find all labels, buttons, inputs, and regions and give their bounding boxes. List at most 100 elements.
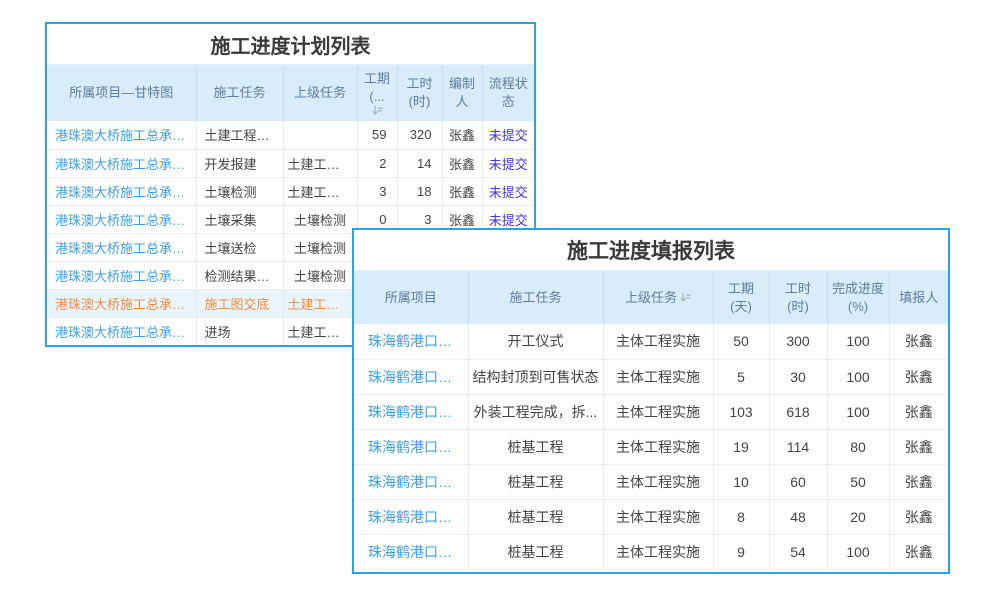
reporter-cell: 张鑫: [889, 394, 948, 429]
task-cell: 土壤检测: [196, 177, 283, 205]
progress-cell: 100: [827, 324, 889, 359]
creator-cell: 张鑫: [442, 149, 482, 177]
task-cell: 开发报建: [196, 149, 283, 177]
parent-task-cell: 主体工程实施: [603, 499, 713, 534]
duration-cell: 5: [713, 359, 769, 394]
header-row: 所属项目施工任务上级任务工期(天)工时(时)完成进度 (%)填报人: [354, 271, 948, 324]
column-header-duration: 工期(天): [713, 271, 769, 324]
reporter-cell: 张鑫: [889, 499, 948, 534]
plan-table-header: 所属项目—甘特图施工任务上级任务工期(...工时(时)编制人流程状态: [47, 65, 534, 121]
duration-cell: 9: [713, 534, 769, 569]
task-cell: 检测结果存底: [196, 261, 283, 289]
progress-cell: 20: [827, 499, 889, 534]
table-row: 港珠澳大桥施工总承包项目土建工程施工 59320张鑫未提交: [47, 121, 534, 149]
status-link[interactable]: 未提交: [482, 177, 534, 205]
project-link[interactable]: 港珠澳大桥施工总承包项目: [47, 317, 196, 345]
column-header-duration[interactable]: 工期(...: [357, 65, 397, 121]
progress-cell: 100: [827, 394, 889, 429]
reporter-cell: 张鑫: [889, 464, 948, 499]
task-cell: 结构封顶到可售状态: [468, 359, 603, 394]
duration-cell: 19: [713, 429, 769, 464]
column-header-task: 施工任务: [196, 65, 283, 121]
hours-cell: 18: [397, 177, 442, 205]
table-row: 珠海鹤港口建设桩基工程主体工程实施106050张鑫: [354, 464, 948, 499]
report-table: 所属项目施工任务上级任务工期(天)工时(时)完成进度 (%)填报人 珠海鹤港口建…: [354, 271, 948, 569]
duration-cell: 8: [713, 499, 769, 534]
status-link[interactable]: 未提交: [482, 121, 534, 149]
project-link[interactable]: 港珠澳大桥施工总承包项目: [47, 289, 196, 317]
hours-cell: 320: [397, 121, 442, 149]
task-cell: 土壤送检: [196, 233, 283, 261]
task-cell: 进场: [196, 317, 283, 345]
creator-cell: 张鑫: [442, 121, 482, 149]
project-link[interactable]: 港珠澳大桥施工总承包项目: [47, 233, 196, 261]
project-link[interactable]: 港珠澳大桥施工总承包项目: [47, 261, 196, 289]
column-header-progress: 完成进度 (%): [827, 271, 889, 324]
parent-task-cell: 主体工程实施: [603, 534, 713, 569]
column-header-creator: 编制人: [442, 65, 482, 121]
progress-cell: 50: [827, 464, 889, 499]
hours-cell: 54: [769, 534, 827, 569]
table-row: 珠海鹤港口建设开工仪式主体工程实施50300100张鑫: [354, 324, 948, 359]
task-cell: 外装工程完成，拆...: [468, 394, 603, 429]
project-link[interactable]: 港珠澳大桥施工总承包项目: [47, 205, 196, 233]
table-row: 珠海鹤港口建设桩基工程主体工程实施954100张鑫: [354, 534, 948, 569]
reporter-cell: 张鑫: [889, 429, 948, 464]
column-header-hours: 工时(时): [397, 65, 442, 121]
table-row: 港珠澳大桥施工总承包项目土壤检测土建工程施工318张鑫未提交: [47, 177, 534, 205]
column-header-task: 施工任务: [468, 271, 603, 324]
project-link[interactable]: 珠海鹤港口建设: [354, 499, 468, 534]
project-link[interactable]: 港珠澳大桥施工总承包项目: [47, 177, 196, 205]
sort-icon: [680, 292, 691, 303]
duration-cell: 50: [713, 324, 769, 359]
table-row: 珠海鹤港口建设外装工程完成，拆...主体工程实施103618100张鑫: [354, 394, 948, 429]
hours-cell: 114: [769, 429, 827, 464]
project-link[interactable]: 珠海鹤港口建设: [354, 429, 468, 464]
table-row: 珠海鹤港口建设结构封顶到可售状态主体工程实施530100张鑫: [354, 359, 948, 394]
status-link[interactable]: 未提交: [482, 149, 534, 177]
column-header-status: 流程状态: [482, 65, 534, 121]
task-cell: 桩基工程: [468, 464, 603, 499]
progress-cell: 80: [827, 429, 889, 464]
parent-task-cell: 土壤检测: [283, 205, 357, 233]
parent-task-cell: 土建工程施工: [283, 177, 357, 205]
report-list-title: 施工进度填报列表: [354, 230, 948, 271]
project-link[interactable]: 港珠澳大桥施工总承包项目: [47, 121, 196, 149]
progress-cell: 100: [827, 359, 889, 394]
duration-cell: 3: [357, 177, 397, 205]
hours-cell: 618: [769, 394, 827, 429]
duration-cell: 10: [713, 464, 769, 499]
project-link[interactable]: 珠海鹤港口建设: [354, 359, 468, 394]
reporter-cell: 张鑫: [889, 359, 948, 394]
parent-task-cell: 主体工程实施: [603, 324, 713, 359]
duration-cell: 59: [357, 121, 397, 149]
report-table-body: 珠海鹤港口建设开工仪式主体工程实施50300100张鑫珠海鹤港口建设结构封顶到可…: [354, 324, 948, 569]
hours-cell: 48: [769, 499, 827, 534]
task-cell: 桩基工程: [468, 499, 603, 534]
plan-list-title: 施工进度计划列表: [47, 24, 534, 65]
project-link[interactable]: 珠海鹤港口建设: [354, 394, 468, 429]
sort-icon: [372, 105, 383, 116]
progress-cell: 100: [827, 534, 889, 569]
hours-cell: 300: [769, 324, 827, 359]
task-cell: 土建工程施工: [196, 121, 283, 149]
project-link[interactable]: 珠海鹤港口建设: [354, 464, 468, 499]
task-cell: 土壤采集: [196, 205, 283, 233]
parent-task-cell: 土建工程施工: [283, 149, 357, 177]
project-link[interactable]: 珠海鹤港口建设: [354, 324, 468, 359]
project-link[interactable]: 珠海鹤港口建设: [354, 534, 468, 569]
parent-task-cell: 主体工程实施: [603, 464, 713, 499]
creator-cell: 张鑫: [442, 177, 482, 205]
task-cell: 施工图交底: [196, 289, 283, 317]
duration-cell: 2: [357, 149, 397, 177]
parent-task-cell: [283, 121, 357, 149]
project-link[interactable]: 港珠澳大桥施工总承包项目: [47, 149, 196, 177]
task-cell: 桩基工程: [468, 534, 603, 569]
table-row: 港珠澳大桥施工总承包项目开发报建土建工程施工214张鑫未提交: [47, 149, 534, 177]
task-cell: 开工仪式: [468, 324, 603, 359]
column-header-project: 所属项目—甘特图: [47, 65, 196, 121]
column-header-parent-task[interactable]: 上级任务: [603, 271, 713, 324]
hours-cell: 30: [769, 359, 827, 394]
report-list-panel: 施工进度填报列表 所属项目施工任务上级任务工期(天)工时(时)完成进度 (%)填…: [352, 228, 950, 574]
parent-task-cell: 土建工程施工: [283, 317, 357, 345]
